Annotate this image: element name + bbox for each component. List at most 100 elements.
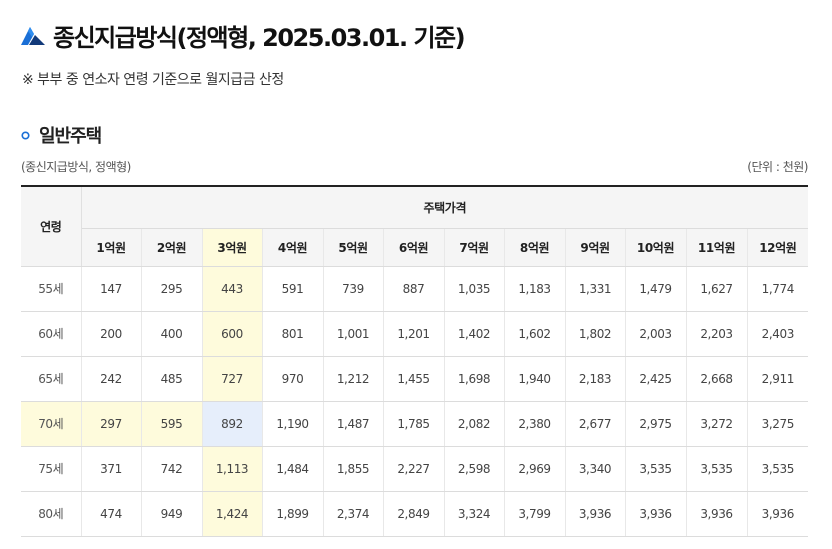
payment-cell: 2,374 xyxy=(323,491,384,537)
payment-cell: 2,598 xyxy=(444,446,505,492)
payment-cell: 3,936 xyxy=(625,491,687,537)
payment-cell: 2,849 xyxy=(383,491,445,537)
payment-cell: 3,936 xyxy=(686,491,748,537)
payment-cell: 892 xyxy=(202,401,263,447)
price-column-header: 8억원 xyxy=(504,228,566,267)
payment-cell: 1,455 xyxy=(383,356,445,402)
payment-cell: 3,936 xyxy=(747,491,809,537)
title-row: 종신지급방식(정액형, 2025.03.01. 기준) xyxy=(21,18,466,52)
header-row-top: 연령 주택가격 xyxy=(21,185,809,267)
payment-cell: 1,331 xyxy=(565,266,626,312)
payment-cell: 1,855 xyxy=(323,446,384,492)
payment-cell: 1,183 xyxy=(504,266,566,312)
payment-cell: 2,425 xyxy=(625,356,687,402)
age-cell: 65세 xyxy=(21,356,82,402)
payment-cell: 1,627 xyxy=(686,266,748,312)
age-cell: 70세 xyxy=(21,401,82,447)
section-title: 일반주택 xyxy=(39,126,102,147)
payment-cell: 3,275 xyxy=(747,401,809,447)
age-cell: 60세 xyxy=(21,311,82,357)
unit-caption: (단위 : 천원) xyxy=(747,160,808,174)
table-row: 75세 371 742 1,113 1,484 1,855 2,227 2,598 2,969 3… xyxy=(21,446,809,492)
payment-cell: 297 xyxy=(81,401,142,447)
payment-cell: 2,183 xyxy=(565,356,626,402)
payment-cell: 742 xyxy=(141,446,203,492)
payment-cell: 727 xyxy=(202,356,263,402)
payment-cell: 485 xyxy=(141,356,203,402)
payment-cell: 474 xyxy=(81,491,142,537)
price-column-header: 3억원 xyxy=(202,228,263,267)
monthly-payment-table: 연령 주택가격 1억원 2억원 3억원 4억원 5억원 6억원 7억원 8억원 … xyxy=(21,185,809,537)
payment-cell: 3,535 xyxy=(686,446,748,492)
price-column-header: 6억원 xyxy=(383,228,445,267)
payment-cell: 443 xyxy=(202,266,263,312)
payment-cell: 3,340 xyxy=(565,446,626,492)
price-column-header: 9억원 xyxy=(565,228,626,267)
brand-mountain-icon xyxy=(21,27,45,45)
payment-cell: 739 xyxy=(323,266,384,312)
table-body: 55세 147 295 443 591 739 887 1,035 1,183 1,331 1,47… xyxy=(21,266,809,537)
payment-cell: 1,774 xyxy=(747,266,809,312)
payment-cell: 1,212 xyxy=(323,356,384,402)
price-column-header: 12억원 xyxy=(747,228,809,267)
payment-cell: 1,484 xyxy=(262,446,324,492)
payment-cell: 3,799 xyxy=(504,491,566,537)
payment-cell: 2,975 xyxy=(625,401,687,447)
header-row-prices: 1억원 2억원 3억원 4억원 5억원 6억원 7억원 8억원 9억원 10억원… xyxy=(21,228,809,267)
payment-cell: 1,698 xyxy=(444,356,505,402)
payment-cell: 600 xyxy=(202,311,263,357)
circle-bullet-icon xyxy=(21,130,30,140)
payment-cell: 295 xyxy=(141,266,203,312)
payment-cell: 400 xyxy=(141,311,203,357)
price-column-header: 2억원 xyxy=(141,228,203,267)
payment-cell: 147 xyxy=(81,266,142,312)
table-row: 70세 297 595 892 1,190 1,487 1,785 2,082 2,380 2,6… xyxy=(21,401,809,447)
payment-cell: 595 xyxy=(141,401,203,447)
payment-cell: 1,899 xyxy=(262,491,324,537)
calculation-note: ※ 부부 중 연소자 연령 기준으로 월지급금 산정 xyxy=(22,72,284,88)
payment-cell: 242 xyxy=(81,356,142,402)
payment-cell: 1,785 xyxy=(383,401,445,447)
price-column-header: 1억원 xyxy=(81,228,142,267)
price-column-header: 5억원 xyxy=(323,228,384,267)
payment-cell: 1,001 xyxy=(323,311,384,357)
payment-cell: 2,403 xyxy=(747,311,809,357)
table-caption: (종신지급방식, 정액형) xyxy=(21,160,131,174)
payment-cell: 949 xyxy=(141,491,203,537)
payment-cell: 2,380 xyxy=(504,401,566,447)
age-column-header: 연령 xyxy=(21,185,82,267)
payment-cell: 2,203 xyxy=(686,311,748,357)
payment-cell: 1,940 xyxy=(504,356,566,402)
age-cell: 80세 xyxy=(21,491,82,537)
payment-cell: 970 xyxy=(262,356,324,402)
payment-cell: 3,272 xyxy=(686,401,748,447)
payment-cell: 1,802 xyxy=(565,311,626,357)
payment-cell: 2,668 xyxy=(686,356,748,402)
price-column-header: 4억원 xyxy=(262,228,324,267)
payment-cell: 1,487 xyxy=(323,401,384,447)
payment-cell: 1,424 xyxy=(202,491,263,537)
payment-cell: 887 xyxy=(383,266,445,312)
payment-cell: 1,479 xyxy=(625,266,687,312)
section-heading: 일반주택 xyxy=(21,122,102,148)
payment-cell: 1,035 xyxy=(444,266,505,312)
table-row: 65세 242 485 727 970 1,212 1,455 1,698 1,940 2,183… xyxy=(21,356,809,402)
payment-cell: 3,535 xyxy=(625,446,687,492)
table-row: 60세 200 400 600 801 1,001 1,201 1,402 1,602 1,802… xyxy=(21,311,809,357)
payment-cell: 3,535 xyxy=(747,446,809,492)
payment-cell: 2,003 xyxy=(625,311,687,357)
payment-cell: 371 xyxy=(81,446,142,492)
payment-cell: 1,113 xyxy=(202,446,263,492)
payment-cell: 1,201 xyxy=(383,311,445,357)
payment-cell: 3,936 xyxy=(565,491,626,537)
payment-cell: 2,227 xyxy=(383,446,445,492)
payment-cell: 3,324 xyxy=(444,491,505,537)
payment-cell: 2,677 xyxy=(565,401,626,447)
price-column-header: 11억원 xyxy=(686,228,748,267)
age-cell: 55세 xyxy=(21,266,82,312)
payment-cell: 2,969 xyxy=(504,446,566,492)
payment-cell: 2,082 xyxy=(444,401,505,447)
payment-cell: 200 xyxy=(81,311,142,357)
price-column-header: 7억원 xyxy=(444,228,505,267)
table-row: 55세 147 295 443 591 739 887 1,035 1,183 1,331 1,47… xyxy=(21,266,809,312)
